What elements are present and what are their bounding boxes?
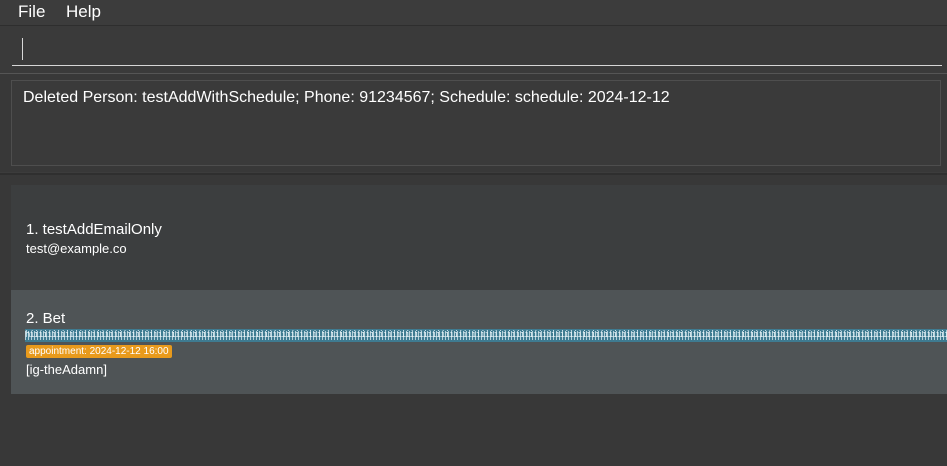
text-cursor [22, 38, 23, 60]
menu-file[interactable]: File [18, 0, 45, 25]
person-email: test@example.co [26, 241, 127, 256]
person-name: 1. testAddEmailOnly [26, 221, 162, 238]
result-display[interactable]: Deleted Person: testAddWithSchedule; Pho… [11, 80, 941, 166]
menu-bar: File Help [0, 0, 947, 26]
address-book-window: File Help Deleted Person: testAddWithSch… [0, 0, 947, 466]
person-name: 2. Bet [26, 310, 66, 327]
appointment-badge: appointment: 2024-12-12 16:00 [26, 345, 172, 358]
command-box-area [0, 26, 947, 73]
person-list[interactable]: 1. testAddEmailOnly test@example.co 2. B… [0, 175, 947, 466]
menu-help[interactable]: Help [66, 0, 101, 25]
command-input[interactable] [12, 34, 942, 66]
person-tag: hiiiiiiiiiiiiiiiiiiiiiiiiiiiiiiiiiiiiiii… [25, 329, 947, 342]
tag-label: hiiiiiiiiiiiiiiiiiiiiiiiiiiiiiiiiiiiiiii… [25, 330, 947, 340]
person-card[interactable]: 1. testAddEmailOnly test@example.co [11, 185, 947, 290]
result-display-area: Deleted Person: testAddWithSchedule; Pho… [0, 74, 947, 172]
person-social-handle: [ig-theAdamn] [26, 362, 107, 377]
person-card-selected[interactable]: 2. Bet hiiiiiiiiiiiiiiiiiiiiiiiiiiiiiiii… [11, 290, 947, 394]
result-message: Deleted Person: testAddWithSchedule; Pho… [23, 89, 670, 106]
